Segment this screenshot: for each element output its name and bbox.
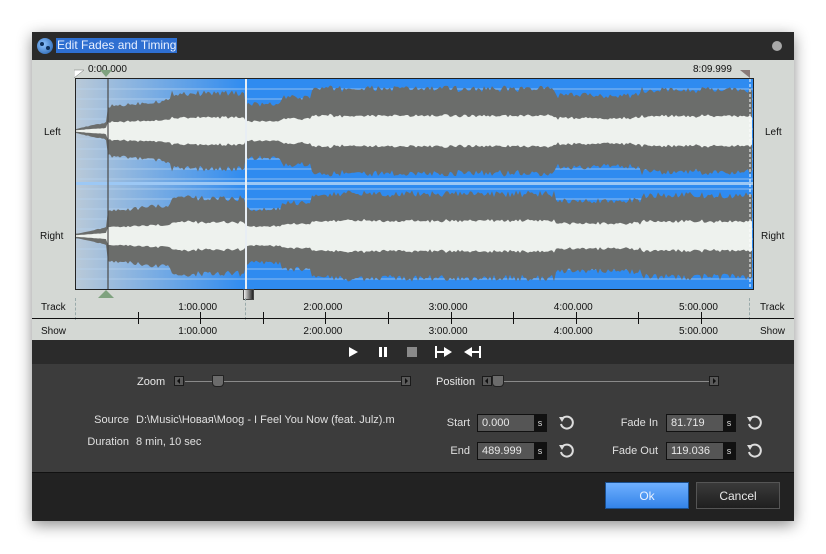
start-field[interactable]: s [477, 414, 547, 432]
left-channel-label: Left [44, 127, 61, 138]
title-bar[interactable]: Edit Fades and Timing [32, 32, 794, 60]
ruler-tick [638, 312, 639, 324]
position-increase-button[interactable] [709, 376, 719, 386]
fade-out-label: Fade Out [612, 445, 658, 457]
play-icon[interactable] [346, 345, 360, 359]
fade-out-unit: s [723, 443, 735, 459]
jump-to-start-icon[interactable] [434, 345, 454, 359]
show-tick-label: 2:00.000 [303, 326, 343, 337]
source-label: Source [94, 414, 129, 426]
source-value: D:\Music\Новая\Moog - I Feel You Now (fe… [136, 414, 394, 426]
show-ruler-label: Show [41, 326, 67, 337]
ruler-tick [325, 312, 326, 324]
stop-icon[interactable] [405, 345, 419, 359]
duration-value: 8 min, 10 sec [136, 436, 202, 448]
show-tick-label: 1:00.000 [178, 326, 218, 337]
jump-to-end-icon[interactable] [462, 345, 482, 359]
reset-start-icon[interactable] [558, 415, 574, 431]
show-ruler-label-right: Show [760, 326, 786, 337]
show-tick-label: 5:00.000 [679, 326, 718, 337]
fade-out-field[interactable]: s [666, 442, 736, 460]
zoom-decrease-button[interactable] [174, 376, 184, 386]
fade-in-handle-bottom-icon[interactable] [98, 289, 114, 299]
end-time-label: 8:09.999 [693, 64, 732, 75]
track-tick-label: 4:00.000 [553, 302, 593, 313]
start-boundary-line [75, 298, 76, 320]
ruler-tick [138, 312, 139, 324]
end-marker-icon[interactable] [740, 68, 752, 78]
end-boundary-line [749, 298, 750, 320]
ruler-tick [576, 312, 577, 324]
ruler-tick [388, 312, 389, 324]
show-tick-label: 3:00.000 [428, 326, 468, 337]
right-channel-label-right: Right [761, 231, 785, 242]
pause-icon[interactable] [376, 345, 390, 359]
edit-fades-dialog: Edit Fades and Timing 0:00.000 8:09.999 … [32, 32, 794, 521]
ruler-tick [451, 312, 452, 324]
ruler-tick [200, 312, 201, 324]
track-tick-label: 1:00.000 [178, 302, 218, 313]
start-label: Start [446, 417, 470, 429]
start-input[interactable] [478, 415, 538, 431]
left-channel-label-right: Left [765, 127, 782, 138]
position-slider-thumb[interactable] [492, 375, 505, 387]
track-ruler-label: Track [41, 302, 66, 313]
window-title: Edit Fades and Timing [56, 38, 178, 53]
position-decrease-button[interactable] [482, 376, 492, 386]
end-field[interactable]: s [477, 442, 547, 460]
track-tick-label: 5:00.000 [679, 302, 718, 313]
zoom-slider-thumb[interactable] [212, 375, 225, 387]
fade-in-field[interactable]: s [666, 414, 736, 432]
position-slider-track[interactable] [493, 381, 709, 382]
end-unit: s [534, 443, 546, 459]
cancel-button[interactable]: Cancel [696, 482, 780, 509]
right-channel-core [76, 218, 752, 254]
waveform-svg [76, 79, 753, 289]
fade-in-handle-top-icon[interactable] [100, 68, 112, 78]
left-channel-core [76, 113, 752, 149]
track-tick-label: 3:00.000 [428, 302, 468, 313]
ruler-tick [513, 312, 514, 324]
close-dot-icon[interactable] [772, 41, 782, 51]
reset-fade-in-icon[interactable] [746, 415, 762, 431]
zoom-increase-button[interactable] [401, 376, 411, 386]
ok-button[interactable]: Ok [605, 482, 689, 509]
position-label: Position [436, 376, 476, 388]
duration-label: Duration [87, 436, 129, 448]
film-reel-icon [37, 38, 53, 54]
channel-separator [76, 182, 753, 185]
show-tick-label: 4:00.000 [553, 326, 593, 337]
track-tick-label: 2:00.000 [303, 302, 343, 313]
info-panel: Source D:\Music\Новая\Moog - I Feel You … [32, 400, 794, 473]
fade-out-boundary-line [245, 298, 246, 320]
fade-out-input[interactable] [667, 443, 727, 459]
fade-in-label: Fade In [620, 417, 658, 429]
ruler-tick [263, 312, 264, 324]
button-bar: Ok Cancel [32, 473, 794, 521]
waveform-area: 0:00.000 8:09.999 Left Right Left Right … [32, 60, 794, 340]
track-ruler-label-right: Track [760, 302, 785, 313]
start-marker-icon[interactable] [74, 68, 86, 78]
zoom-label: Zoom [137, 376, 166, 388]
fade-in-input[interactable] [667, 415, 727, 431]
transport-bar [32, 340, 794, 364]
sliders-panel: Zoom Position [32, 364, 794, 401]
fade-in-unit: s [723, 415, 735, 431]
end-input[interactable] [478, 443, 538, 459]
waveform-canvas[interactable] [75, 78, 754, 290]
end-label: End [450, 445, 470, 457]
ruler-divider [32, 318, 794, 319]
start-unit: s [534, 415, 546, 431]
ruler-tick [701, 312, 702, 324]
reset-fade-out-icon[interactable] [746, 443, 762, 459]
reset-end-icon[interactable] [558, 443, 574, 459]
right-channel-label: Right [40, 231, 64, 242]
